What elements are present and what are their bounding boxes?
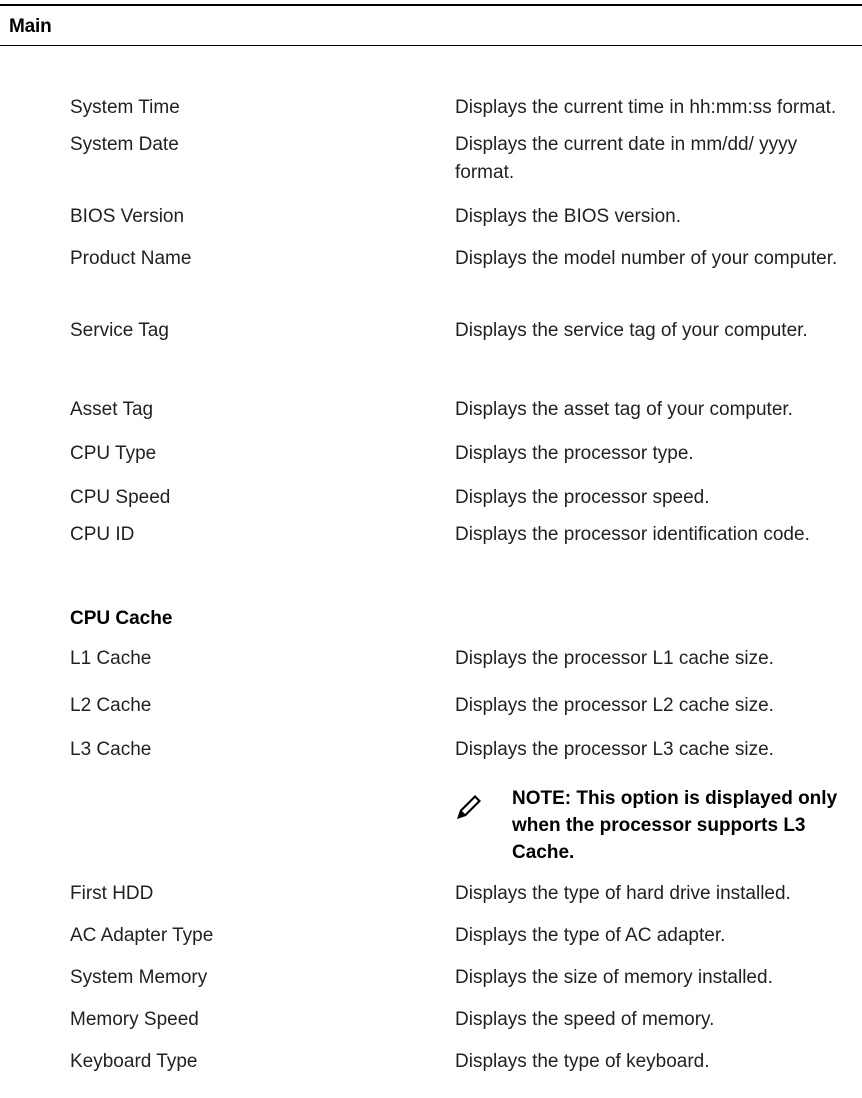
option-description: Displays the asset tag of your computer. — [455, 399, 793, 420]
option-label: CPU Type — [70, 443, 157, 464]
option-label: BIOS Version — [70, 206, 185, 227]
option-description: Displays the processor speed. — [455, 487, 710, 508]
cpu-cache-heading: CPU Cache — [70, 608, 173, 629]
option-description: Displays the processor L2 cache size. — [455, 695, 774, 716]
option-label: CPU ID — [70, 524, 135, 545]
option-label: System Time — [70, 97, 180, 118]
option-label: Memory Speed — [70, 1009, 199, 1030]
header-rule — [0, 45, 862, 46]
option-description: Displays the type of keyboard. — [455, 1051, 710, 1072]
option-description: Displays the current time in hh:mm:ss fo… — [455, 97, 837, 118]
option-description: Displays the processor type. — [455, 443, 694, 464]
option-description: Displays the type of hard drive installe… — [455, 883, 791, 904]
option-description: Displays the current date in mm/dd/ yyyy… — [455, 134, 798, 183]
option-description: Displays the processor L1 cache size. — [455, 648, 774, 669]
option-description: Displays the speed of memory. — [455, 1009, 715, 1030]
option-description: Displays the service tag of your compute… — [455, 320, 808, 341]
option-label: CPU Speed — [70, 487, 171, 508]
option-label: AC Adapter Type — [70, 925, 214, 946]
option-label: Product Name — [70, 248, 192, 269]
option-description: Displays the type of AC adapter. — [455, 925, 726, 946]
option-description: Displays the BIOS version. — [455, 206, 681, 227]
option-description: Displays the processor L3 cache size. — [455, 739, 774, 760]
option-label: Keyboard Type — [70, 1051, 198, 1072]
option-label: L2 Cache — [70, 695, 152, 716]
option-label: System Memory — [70, 967, 208, 988]
option-label: L1 Cache — [70, 648, 152, 669]
pencil-note-icon — [455, 791, 485, 821]
option-label: First HDD — [70, 883, 154, 904]
option-label: Asset Tag — [70, 399, 154, 420]
option-label: L3 Cache — [70, 739, 152, 760]
bios-main-options-page: Main System Time Displays the current ti… — [0, 0, 862, 1098]
note-text: NOTE: This option is displayed only when… — [512, 788, 838, 863]
option-label: System Date — [70, 134, 179, 155]
option-label: Service Tag — [70, 320, 169, 341]
section-title: Main — [9, 16, 52, 37]
top-rule — [0, 4, 862, 6]
option-description: Displays the model number of your comput… — [455, 248, 838, 269]
option-description: Displays the size of memory installed. — [455, 967, 773, 988]
option-description: Displays the processor identification co… — [455, 524, 810, 545]
